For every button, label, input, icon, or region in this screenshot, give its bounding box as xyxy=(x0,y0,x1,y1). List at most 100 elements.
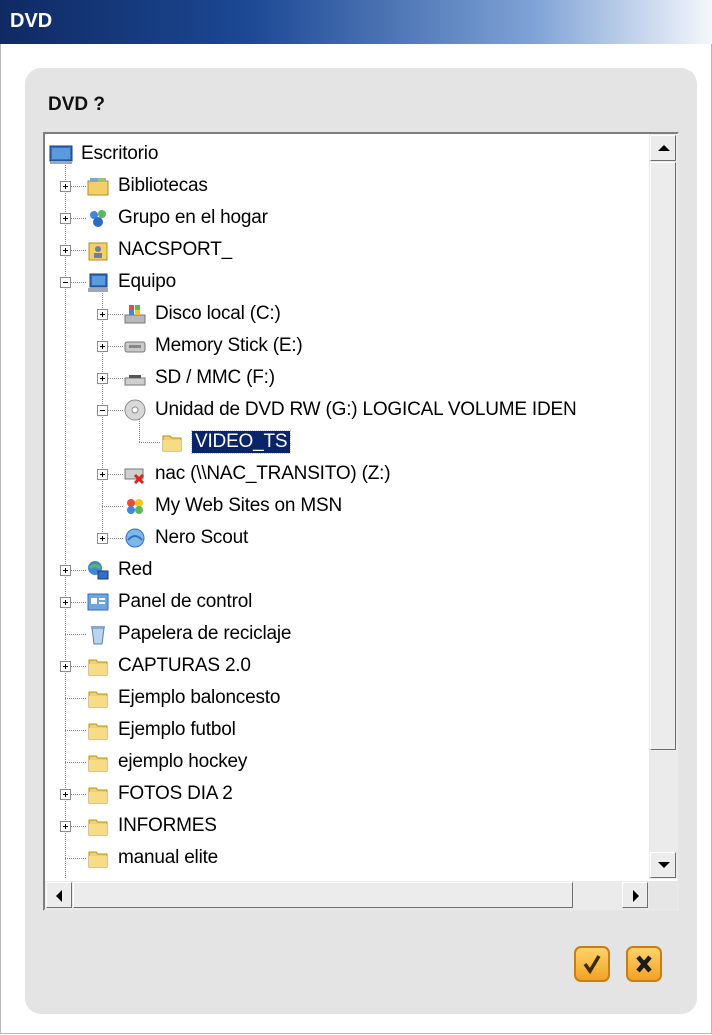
user-folder-icon xyxy=(88,242,108,261)
folder-icon xyxy=(88,787,108,804)
tree-item[interactable]: Bibliotecas xyxy=(45,170,649,202)
tree-item-label: FOTOS DIA 2 xyxy=(118,783,233,804)
up-arrow-icon xyxy=(658,145,670,151)
computer-icon xyxy=(88,273,108,292)
tree-item-label: Memory Stick (E:) xyxy=(155,335,303,356)
expand-toggle-icon[interactable] xyxy=(60,245,71,256)
folder-icon xyxy=(162,435,182,452)
tree-item[interactable]: Ejemplo futbol xyxy=(45,714,649,746)
folder-tree[interactable]: Escritorio Bibliotecas Grupo en el hogar NA… xyxy=(43,132,679,911)
tree-item-label: Bibliotecas xyxy=(118,175,208,196)
network-icon xyxy=(88,561,109,580)
tree-item[interactable]: FOTOS DIA 2 xyxy=(45,778,649,810)
tree-item[interactable]: My Web Sites on MSN xyxy=(45,490,649,522)
tree-item[interactable]: Escritorio xyxy=(45,138,649,170)
tree-item[interactable]: manual elite xyxy=(45,842,649,874)
expand-toggle-icon[interactable] xyxy=(60,213,71,224)
tree-item[interactable]: Memory Stick (E:) xyxy=(45,330,649,362)
hard-drive-icon xyxy=(124,305,146,324)
tree-item-label: Equipo xyxy=(118,271,176,292)
expand-toggle-icon[interactable] xyxy=(97,533,108,544)
expand-toggle-icon[interactable] xyxy=(60,821,71,832)
desktop-icon xyxy=(49,145,73,164)
expand-toggle-icon[interactable] xyxy=(60,597,71,608)
card-reader-icon xyxy=(124,375,146,386)
disconnected-network-drive-icon xyxy=(124,468,145,485)
tree-item[interactable]: Nero Scout xyxy=(45,522,649,554)
scrollbar-corner xyxy=(649,881,677,909)
folder-icon xyxy=(88,723,108,740)
tree-item-label: INFORMES xyxy=(118,815,217,836)
scroll-down-button[interactable] xyxy=(650,852,676,878)
collapse-toggle-icon[interactable] xyxy=(60,277,71,288)
vertical-scroll-thumb[interactable] xyxy=(650,162,676,750)
tree-item-label: CAPTURAS 2.0 xyxy=(118,655,251,676)
check-icon xyxy=(583,955,601,975)
tree-item[interactable]: ejemplo hockey xyxy=(45,746,649,778)
tree-item-label: ejemplo hockey xyxy=(118,751,248,772)
tree-item-label: Ejemplo futbol xyxy=(118,719,236,740)
homegroup-icon xyxy=(90,210,106,227)
tree-item-label: Papelera de reciclaje xyxy=(118,623,292,644)
tree-item[interactable]: nac (\\NAC_TRANSITO) (Z:) xyxy=(45,458,649,490)
tree-item-label: My Web Sites on MSN xyxy=(155,495,342,516)
tree-item[interactable]: CAPTURAS 2.0 xyxy=(45,650,649,682)
msn-icon xyxy=(127,499,143,514)
folder-icon xyxy=(88,659,108,676)
libraries-icon xyxy=(87,178,109,196)
tree-item-label: Grupo en el hogar xyxy=(118,207,268,228)
folder-tree-viewport[interactable]: Escritorio Bibliotecas Grupo en el hogar NA… xyxy=(45,134,649,879)
tree-item[interactable]: Ejemplo baloncesto xyxy=(45,682,649,714)
folder-icon xyxy=(88,691,108,708)
right-arrow-icon xyxy=(633,890,639,902)
removable-drive-icon xyxy=(124,341,146,353)
horizontal-scroll-thumb[interactable] xyxy=(73,882,573,908)
tree-item-label: Escritorio xyxy=(81,143,159,164)
left-arrow-icon xyxy=(56,890,62,902)
expand-toggle-icon[interactable] xyxy=(97,373,108,384)
folder-icon xyxy=(88,851,108,868)
cancel-button[interactable] xyxy=(626,946,662,982)
tree-item-label: Ejemplo baloncesto xyxy=(118,687,281,708)
tree-item[interactable]: Red xyxy=(45,554,649,586)
expand-toggle-icon[interactable] xyxy=(60,661,71,672)
scroll-left-button[interactable] xyxy=(46,882,72,908)
expand-toggle-icon[interactable] xyxy=(97,469,108,480)
horizontal-scrollbar[interactable] xyxy=(45,881,649,909)
tree-item[interactable]: Panel de control xyxy=(45,586,649,618)
tree-item[interactable]: VIDEO_TS xyxy=(45,426,649,458)
expand-toggle-icon[interactable] xyxy=(60,181,71,192)
tree-item-label: Unidad de DVD RW (G:) LOGICAL VOLUME IDE… xyxy=(155,399,577,420)
expand-toggle-icon[interactable] xyxy=(60,565,71,576)
tree-item-label: Panel de control xyxy=(118,591,253,612)
x-icon xyxy=(636,955,652,973)
tree-item-label: Disco local (C:) xyxy=(155,303,281,324)
tree-item-label: NACSPORT_ xyxy=(118,239,232,260)
recycle-bin-icon xyxy=(91,626,105,645)
expand-toggle-icon[interactable] xyxy=(60,789,71,800)
scroll-right-button[interactable] xyxy=(622,882,648,908)
expand-toggle-icon[interactable] xyxy=(97,341,108,352)
tree-item[interactable]: INFORMES xyxy=(45,810,649,842)
tree-item-label: manual elite xyxy=(118,847,219,868)
tree-item[interactable]: NACSPORT_ xyxy=(45,234,649,266)
folder-icon xyxy=(88,755,108,772)
tree-item-label: nac (\\NAC_TRANSITO) (Z:) xyxy=(155,463,391,484)
vertical-scrollbar[interactable] xyxy=(649,134,677,879)
folder-icon xyxy=(88,819,108,836)
tree-item[interactable]: Papelera de reciclaje xyxy=(45,618,649,650)
tree-item[interactable]: Equipo xyxy=(45,266,649,298)
ok-button[interactable] xyxy=(574,946,610,982)
down-arrow-icon xyxy=(658,862,670,868)
tree-item[interactable]: Grupo en el hogar xyxy=(45,202,649,234)
collapse-toggle-icon[interactable] xyxy=(97,405,108,416)
tree-item-label: VIDEO_TS xyxy=(190,430,292,454)
tree-item[interactable]: SD / MMC (F:) xyxy=(45,362,649,394)
window-title: DVD xyxy=(10,10,53,32)
dvd-drive-icon xyxy=(124,399,146,421)
tree-item[interactable]: Unidad de DVD RW (G:) LOGICAL VOLUME IDE… xyxy=(45,394,649,426)
scroll-up-button[interactable] xyxy=(650,135,676,161)
tree-item[interactable]: Disco local (C:) xyxy=(45,298,649,330)
tree-item-label: Nero Scout xyxy=(155,527,249,548)
expand-toggle-icon[interactable] xyxy=(97,309,108,320)
